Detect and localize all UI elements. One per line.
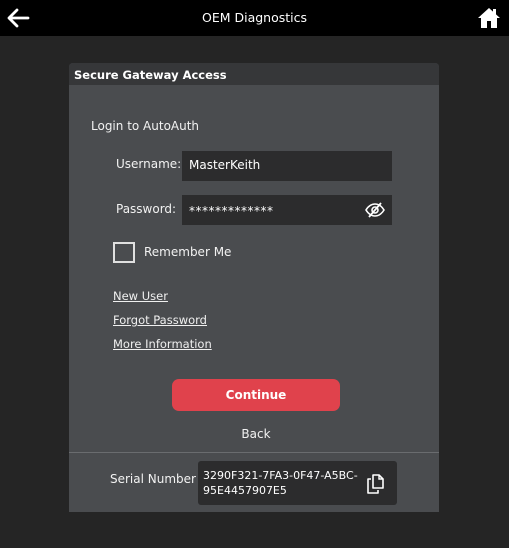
continue-button[interactable]: Continue [172, 379, 340, 411]
login-heading: Login to AutoAuth [91, 119, 200, 133]
back-button[interactable]: Back [69, 427, 443, 441]
new-user-link[interactable]: New User [113, 289, 168, 303]
remember-me-label: Remember Me [144, 245, 232, 259]
copy-icon[interactable] [365, 473, 387, 495]
password-value: ************* [189, 204, 274, 218]
password-label: Password: [116, 202, 177, 216]
divider [69, 452, 439, 453]
remember-me-checkbox[interactable] [113, 242, 135, 263]
username-label: Username: [116, 157, 182, 171]
serial-number-label: Serial Number [110, 472, 196, 486]
forgot-password-link[interactable]: Forgot Password [113, 313, 207, 327]
dialog-header: Secure Gateway Access [69, 63, 439, 85]
more-information-link[interactable]: More Information [113, 337, 212, 351]
home-icon[interactable] [477, 6, 501, 30]
secure-gateway-dialog: Secure Gateway Access Login to AutoAuth … [69, 63, 439, 512]
top-bar: OEM Diagnostics [0, 0, 509, 36]
serial-number-field: 3290F321-7FA3-0F47-A5BC-95E4457907E5 [198, 461, 397, 505]
eye-slash-icon[interactable] [365, 202, 385, 218]
username-field[interactable]: MasterKeith [182, 151, 392, 181]
username-value: MasterKeith [189, 158, 261, 172]
serial-number-value: 3290F321-7FA3-0F47-A5BC-95E4457907E5 [203, 469, 358, 497]
app-title: OEM Diagnostics [201, 10, 308, 25]
password-field[interactable]: ************* [182, 195, 392, 225]
